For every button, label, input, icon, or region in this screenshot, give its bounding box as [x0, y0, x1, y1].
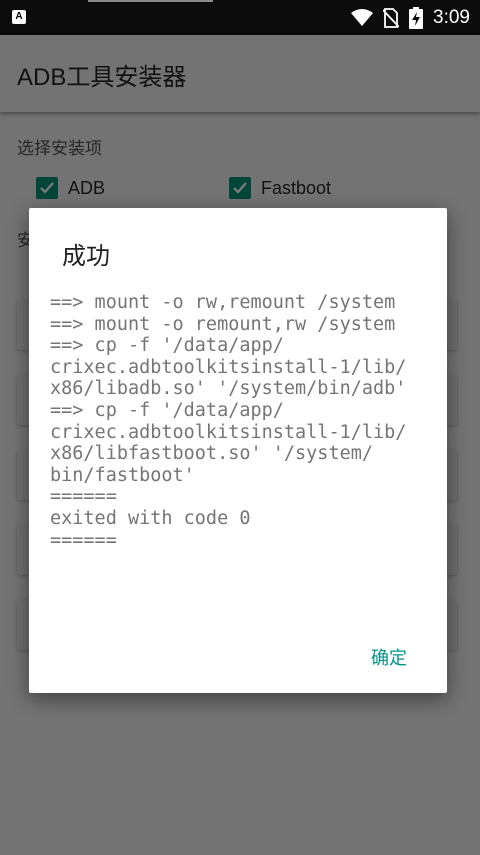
adb-checkbox-row[interactable]: ADB	[36, 177, 105, 199]
battery-charging-icon	[409, 7, 424, 29]
success-dialog: 成功 ==> mount -o rw,remount /system ==> m…	[29, 208, 447, 693]
status-time: 3:09	[433, 7, 470, 28]
fastboot-checkbox-row[interactable]: Fastboot	[229, 177, 331, 199]
section-title: 选择安装项	[17, 139, 102, 158]
dialog-title: 成功	[62, 242, 110, 270]
app-bar: ADB工具安装器	[0, 35, 480, 112]
check-icon	[40, 182, 54, 194]
fastboot-checkbox[interactable]	[229, 177, 251, 199]
fastboot-checkbox-label: Fastboot	[261, 177, 332, 198]
status-icons: 3:09	[351, 6, 470, 30]
dialog-log-output: ==> mount -o rw,remount /system ==> moun…	[50, 292, 407, 551]
status-bar: A 3:09	[0, 0, 480, 35]
status-progress-indicator	[88, 0, 213, 2]
adb-checkbox[interactable]	[36, 177, 58, 199]
ok-button[interactable]: 确定	[371, 644, 407, 670]
app-title: ADB工具安装器	[17, 64, 187, 91]
app-notification-icon: A	[12, 10, 26, 24]
check-icon	[233, 182, 247, 194]
wifi-icon	[351, 9, 374, 26]
adb-checkbox-label: ADB	[68, 177, 106, 198]
no-sim-icon	[383, 8, 400, 28]
